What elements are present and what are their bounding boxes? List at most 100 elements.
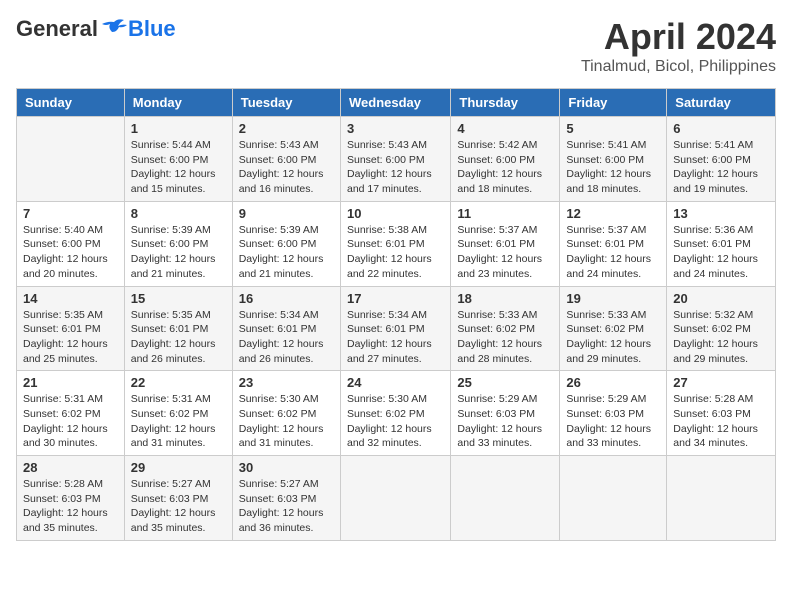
day-number: 24 <box>347 375 444 390</box>
day-number: 25 <box>457 375 553 390</box>
day-number: 21 <box>23 375 118 390</box>
cal-cell-w2-d5: 19 Sunrise: 5:33 AM Sunset: 6:02 PM Dayli… <box>560 286 667 371</box>
cal-cell-w0-d3: 3Sunrise: 5:43 AM Sunset: 6:00 PM Daylig… <box>340 117 450 202</box>
cal-cell-w4-d6 <box>667 456 776 541</box>
day-info: Sunrise: 5:37 AM Sunset: 6:01 PM Dayligh… <box>457 223 553 282</box>
cal-cell-w2-d2: 16 Sunrise: 5:34 AM Sunset: 6:01 PM Dayli… <box>232 286 340 371</box>
day-info: Sunrise: 5:27 AM Sunset: 6:03 PM Dayligh… <box>239 477 334 536</box>
day-info: Sunrise: 5:30 AM Sunset: 6:02 PM Dayligh… <box>239 392 334 451</box>
col-header-sunday: Sunday <box>17 89 125 117</box>
day-info: Sunrise: 5:27 AM Sunset: 6:03 PM Dayligh… <box>131 477 226 536</box>
day-info: Sunrise: 5:40 AM Sunset: 6:00 PM Dayligh… <box>23 223 118 282</box>
day-number: 29 <box>131 460 226 475</box>
day-info: Sunrise: 5:33 AM Sunset: 6:02 PM Dayligh… <box>457 308 553 367</box>
day-info: Sunrise: 5:28 AM Sunset: 6:03 PM Dayligh… <box>23 477 118 536</box>
cal-cell-w2-d4: 18 Sunrise: 5:33 AM Sunset: 6:02 PM Dayli… <box>451 286 560 371</box>
cal-cell-w4-d4 <box>451 456 560 541</box>
cal-cell-w2-d3: 17 Sunrise: 5:34 AM Sunset: 6:01 PM Dayli… <box>340 286 450 371</box>
day-number: 10 <box>347 206 444 221</box>
day-number: 11 <box>457 206 553 221</box>
day-info: Sunrise: 5:35 AM Sunset: 6:01 PM Dayligh… <box>131 308 226 367</box>
col-header-monday: Monday <box>124 89 232 117</box>
day-number: 4 <box>457 121 553 136</box>
day-info: Sunrise: 5:38 AM Sunset: 6:01 PM Dayligh… <box>347 223 444 282</box>
day-number: 9 <box>239 206 334 221</box>
day-info: Sunrise: 5:28 AM Sunset: 6:03 PM Dayligh… <box>673 392 769 451</box>
day-number: 15 <box>131 291 226 306</box>
day-number: 26 <box>566 375 660 390</box>
logo-blue-text: Blue <box>128 16 176 42</box>
cal-cell-w0-d1: 1 Sunrise: 5:44 AM Sunset: 6:00 PM Daylig… <box>124 117 232 202</box>
col-header-friday: Friday <box>560 89 667 117</box>
cal-cell-w3-d3: 24Sunrise: 5:30 AM Sunset: 6:02 PM Dayli… <box>340 371 450 456</box>
day-number: 27 <box>673 375 769 390</box>
cal-cell-w4-d1: 29 Sunrise: 5:27 AM Sunset: 6:03 PM Dayli… <box>124 456 232 541</box>
day-info: Sunrise: 5:36 AM Sunset: 6:01 PM Dayligh… <box>673 223 769 282</box>
cal-cell-w1-d0: 7 Sunrise: 5:40 AM Sunset: 6:00 PM Daylig… <box>17 201 125 286</box>
col-header-thursday: Thursday <box>451 89 560 117</box>
cal-cell-w1-d3: 10 Sunrise: 5:38 AM Sunset: 6:01 PM Dayli… <box>340 201 450 286</box>
day-info: Sunrise: 5:35 AM Sunset: 6:01 PM Dayligh… <box>23 308 118 367</box>
cal-cell-w0-d4: 4 Sunrise: 5:42 AM Sunset: 6:00 PM Daylig… <box>451 117 560 202</box>
day-number: 23 <box>239 375 334 390</box>
day-info: Sunrise: 5:34 AM Sunset: 6:01 PM Dayligh… <box>239 308 334 367</box>
cal-cell-w4-d2: 30 Sunrise: 5:27 AM Sunset: 6:03 PM Dayli… <box>232 456 340 541</box>
day-number: 2 <box>239 121 334 136</box>
day-info: Sunrise: 5:43 AM Sunset: 6:00 PM Dayligh… <box>347 138 444 197</box>
day-info: Sunrise: 5:29 AM Sunset: 6:03 PM Dayligh… <box>457 392 553 451</box>
day-number: 17 <box>347 291 444 306</box>
cal-cell-w4-d5 <box>560 456 667 541</box>
day-info: Sunrise: 5:31 AM Sunset: 6:02 PM Dayligh… <box>131 392 226 451</box>
day-number: 30 <box>239 460 334 475</box>
cal-cell-w3-d1: 22Sunrise: 5:31 AM Sunset: 6:02 PM Dayli… <box>124 371 232 456</box>
title-block: April 2024 Tinalmud, Bicol, Philippines <box>581 16 776 76</box>
cal-cell-w1-d1: 8Sunrise: 5:39 AM Sunset: 6:00 PM Daylig… <box>124 201 232 286</box>
day-info: Sunrise: 5:34 AM Sunset: 6:01 PM Dayligh… <box>347 308 444 367</box>
cal-cell-w2-d1: 15 Sunrise: 5:35 AM Sunset: 6:01 PM Dayli… <box>124 286 232 371</box>
day-number: 20 <box>673 291 769 306</box>
day-info: Sunrise: 5:37 AM Sunset: 6:01 PM Dayligh… <box>566 223 660 282</box>
day-info: Sunrise: 5:39 AM Sunset: 6:00 PM Dayligh… <box>239 223 334 282</box>
cal-cell-w1-d2: 9 Sunrise: 5:39 AM Sunset: 6:00 PM Daylig… <box>232 201 340 286</box>
day-number: 13 <box>673 206 769 221</box>
cal-cell-w0-d2: 2Sunrise: 5:43 AM Sunset: 6:00 PM Daylig… <box>232 117 340 202</box>
cal-cell-w3-d6: 27 Sunrise: 5:28 AM Sunset: 6:03 PM Dayli… <box>667 371 776 456</box>
day-number: 18 <box>457 291 553 306</box>
day-number: 19 <box>566 291 660 306</box>
day-number: 5 <box>566 121 660 136</box>
cal-cell-w1-d5: 12 Sunrise: 5:37 AM Sunset: 6:01 PM Dayli… <box>560 201 667 286</box>
day-number: 1 <box>131 121 226 136</box>
day-number: 7 <box>23 206 118 221</box>
logo-general-text: General <box>16 16 98 42</box>
cal-cell-w3-d4: 25 Sunrise: 5:29 AM Sunset: 6:03 PM Dayli… <box>451 371 560 456</box>
cal-cell-w2-d0: 14 Sunrise: 5:35 AM Sunset: 6:01 PM Dayli… <box>17 286 125 371</box>
day-info: Sunrise: 5:29 AM Sunset: 6:03 PM Dayligh… <box>566 392 660 451</box>
day-info: Sunrise: 5:32 AM Sunset: 6:02 PM Dayligh… <box>673 308 769 367</box>
cal-cell-w4-d0: 28Sunrise: 5:28 AM Sunset: 6:03 PM Dayli… <box>17 456 125 541</box>
calendar-title: April 2024 <box>581 16 776 58</box>
day-info: Sunrise: 5:44 AM Sunset: 6:00 PM Dayligh… <box>131 138 226 197</box>
day-number: 14 <box>23 291 118 306</box>
cal-cell-w0-d0 <box>17 117 125 202</box>
col-header-tuesday: Tuesday <box>232 89 340 117</box>
day-number: 8 <box>131 206 226 221</box>
day-info: Sunrise: 5:33 AM Sunset: 6:02 PM Dayligh… <box>566 308 660 367</box>
cal-cell-w3-d0: 21 Sunrise: 5:31 AM Sunset: 6:02 PM Dayli… <box>17 371 125 456</box>
day-info: Sunrise: 5:41 AM Sunset: 6:00 PM Dayligh… <box>673 138 769 197</box>
day-info: Sunrise: 5:42 AM Sunset: 6:00 PM Dayligh… <box>457 138 553 197</box>
cal-cell-w1-d6: 13 Sunrise: 5:36 AM Sunset: 6:01 PM Dayli… <box>667 201 776 286</box>
page-header: General Blue April 2024 Tinalmud, Bicol,… <box>16 16 776 76</box>
day-info: Sunrise: 5:31 AM Sunset: 6:02 PM Dayligh… <box>23 392 118 451</box>
calendar-table: SundayMondayTuesdayWednesdayThursdayFrid… <box>16 88 776 541</box>
cal-cell-w3-d2: 23 Sunrise: 5:30 AM Sunset: 6:02 PM Dayli… <box>232 371 340 456</box>
day-number: 16 <box>239 291 334 306</box>
day-info: Sunrise: 5:41 AM Sunset: 6:00 PM Dayligh… <box>566 138 660 197</box>
day-number: 12 <box>566 206 660 221</box>
col-header-wednesday: Wednesday <box>340 89 450 117</box>
day-number: 6 <box>673 121 769 136</box>
calendar-subtitle: Tinalmud, Bicol, Philippines <box>581 58 776 76</box>
logo-bird-icon <box>100 18 128 40</box>
logo: General Blue <box>16 16 176 42</box>
col-header-saturday: Saturday <box>667 89 776 117</box>
cal-cell-w4-d3 <box>340 456 450 541</box>
